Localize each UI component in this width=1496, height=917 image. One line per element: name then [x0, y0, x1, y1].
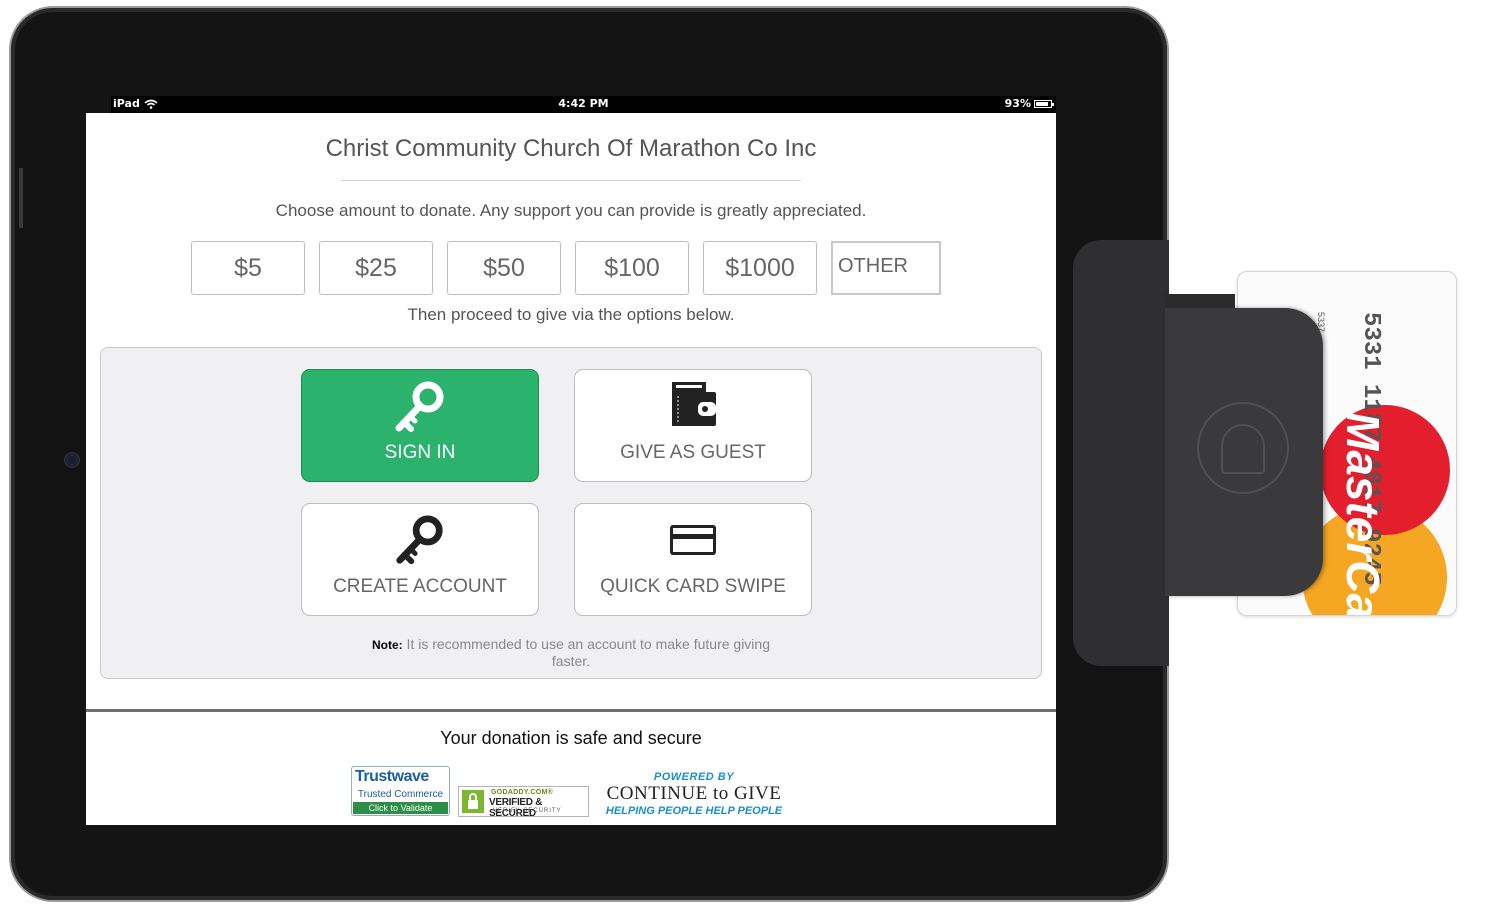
donation-screen: Christ Community Church Of Marathon Co I…	[86, 113, 1056, 825]
donate-instruction: Choose amount to donate. Any support you…	[275, 201, 867, 220]
amount-button-100[interactable]: $100	[575, 241, 689, 295]
amount-button-5[interactable]: $5	[191, 241, 305, 295]
key-icon	[396, 515, 443, 565]
quick-card-swipe-label: QUICK CARD SWIPE	[600, 576, 786, 597]
continue-to-give-logo[interactable]: POWERED BY CONTINUE to GIVE HELPING PEOP…	[594, 771, 794, 819]
note-text: It is recommended to use an account to m…	[402, 636, 770, 669]
card-reader	[1165, 294, 1323, 596]
secure-message: Your donation is safe and secure	[440, 728, 702, 748]
create-account-button[interactable]: CREATE ACCOUNT	[301, 503, 539, 616]
lock-icon	[462, 790, 484, 813]
godaddy-top: GODADDY.COM®	[491, 789, 554, 796]
mastercard-logo-text: MasterCard	[1337, 412, 1389, 616]
proceed-text: Then proceed to give via the options bel…	[407, 305, 735, 324]
page-title: Christ Community Church Of Marathon Co I…	[325, 135, 817, 162]
powered-by-text: POWERED BY	[653, 771, 735, 783]
trustwave-validate-button[interactable]: Click to Validate	[353, 802, 448, 814]
give-as-guest-label: GIVE AS GUEST	[620, 442, 766, 463]
amount-button-50[interactable]: $50	[447, 241, 561, 295]
giving-options-panel: SIGN IN GIVE AS GUEST CREATE ACCOUNT QUI…	[100, 347, 1042, 679]
credit-card-icon	[670, 525, 716, 555]
trustwave-name: Trustwave	[355, 768, 429, 785]
note-prefix: Note:	[372, 638, 403, 652]
amount-buttons: $5 $25 $50 $100 $1000 OTHER	[191, 241, 941, 295]
account-note: Note: It is recommended to use an accoun…	[356, 636, 786, 669]
battery-icon	[1034, 99, 1054, 108]
continue-to-give-tagline: HELPING PEOPLE HELP PEOPLE	[605, 805, 783, 817]
card-reader-back	[1073, 240, 1169, 666]
card-reader-logo-inner	[1221, 424, 1265, 474]
ipad-side-button	[19, 168, 23, 228]
battery-percent: 93%	[1004, 97, 1031, 110]
title-divider	[341, 180, 801, 181]
camera-icon	[65, 453, 79, 467]
footer-divider	[86, 709, 1056, 712]
amount-button-1000[interactable]: $1000	[703, 241, 817, 295]
status-bar: iPad 4:42 PM 93%	[111, 96, 1056, 113]
key-icon	[395, 381, 444, 432]
create-account-label: CREATE ACCOUNT	[333, 576, 507, 597]
card-reader-logo-icon	[1197, 402, 1289, 494]
amount-button-25[interactable]: $25	[319, 241, 433, 295]
godaddy-bottom: VERIFY SECURITY	[493, 808, 562, 814]
trustwave-badge[interactable]: Trustwave Trusted Commerce Click to Vali…	[351, 766, 450, 816]
sign-in-button[interactable]: SIGN IN	[301, 369, 539, 482]
continue-to-give-name: CONTINUE to GIVE	[606, 783, 782, 804]
wallet-icon	[672, 382, 716, 426]
trustwave-sub: Trusted Commerce	[357, 789, 444, 800]
card-reader-slot	[1165, 294, 1235, 308]
godaddy-badge[interactable]: GODADDY.COM® VERIFIED & SECURED VERIFY S…	[458, 786, 589, 819]
quick-card-swipe-button[interactable]: QUICK CARD SWIPE	[574, 503, 812, 616]
give-as-guest-button[interactable]: GIVE AS GUEST	[574, 369, 812, 482]
other-amount-input[interactable]: OTHER	[831, 241, 941, 295]
sign-in-label: SIGN IN	[384, 442, 456, 463]
status-time: 4:42 PM	[558, 97, 609, 110]
